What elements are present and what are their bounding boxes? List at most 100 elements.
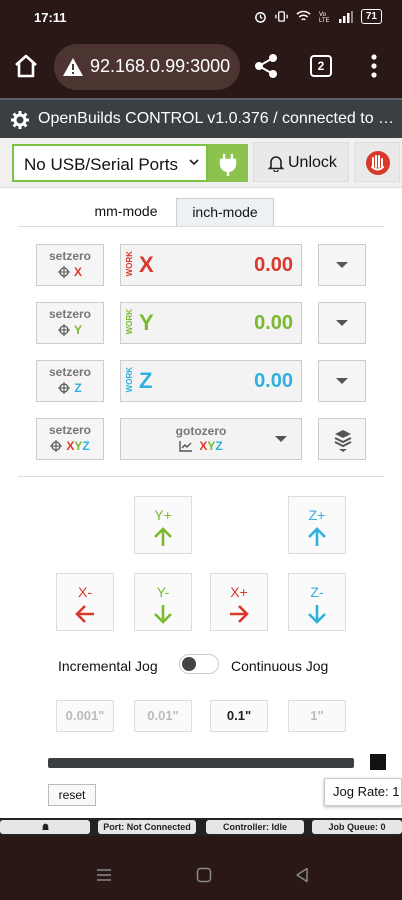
app-main: No USB/Serial Ports Unlock mm-mode inch-… xyxy=(0,138,402,818)
gear-icon xyxy=(11,111,29,129)
browser-toolbar: 92.168.0.99:3000 2 xyxy=(0,36,402,98)
arrow-up-icon xyxy=(154,527,172,546)
vibrate-icon xyxy=(275,11,288,22)
crosshair-icon xyxy=(57,324,70,336)
dro-z: WORK Z 0.00 xyxy=(120,360,302,402)
axis-row-x: setzero X WORK X 0.00 xyxy=(0,244,402,286)
dro-y-value: 0.00 xyxy=(254,312,293,334)
tab-switcher-button[interactable]: 2 xyxy=(310,55,332,77)
jog-x-plus-button[interactable]: X+ xyxy=(210,573,268,631)
step-1-button[interactable]: 1" xyxy=(288,700,346,732)
arrow-up-icon xyxy=(308,527,326,546)
browser-menu-button[interactable] xyxy=(366,52,382,85)
units-tabs: mm-mode inch-mode xyxy=(78,198,274,226)
share-button[interactable] xyxy=(252,52,280,85)
caret-down-icon xyxy=(336,378,348,384)
url-text[interactable]: 92.168.0.99:3000 xyxy=(90,56,230,77)
control-panel: mm-mode inch-mode setzero X WORK X 0.00 xyxy=(0,188,402,818)
layers-icon xyxy=(334,430,352,452)
notifications-pill[interactable] xyxy=(0,820,90,834)
arrow-down-icon xyxy=(154,605,172,624)
tab-mm-mode[interactable]: mm-mode xyxy=(78,198,174,226)
svg-text:LTE: LTE xyxy=(319,18,330,23)
jog-y-plus-button[interactable]: Y+ xyxy=(134,496,192,554)
x-options-dropdown[interactable] xyxy=(318,244,366,286)
chart-line-icon xyxy=(179,441,193,452)
port-select[interactable]: No USB/Serial Ports xyxy=(12,144,208,182)
setzero-y-button[interactable]: setzero Y xyxy=(36,302,104,344)
share-icon xyxy=(255,54,277,78)
dro-x: WORK X 0.00 xyxy=(120,244,302,286)
crosshair-icon xyxy=(50,440,63,452)
setzero-all-button[interactable]: setzero XYZ xyxy=(36,418,104,460)
unlock-button[interactable]: Unlock xyxy=(253,142,349,182)
jog-mode-toggle[interactable] xyxy=(179,654,219,674)
system-status-bar: 17:11 Vo LTE 71 xyxy=(0,0,402,36)
app-title-bar: OpenBuilds CONTROL v1.0.376 / connected … xyxy=(0,98,402,138)
connection-toolbar: No USB/Serial Ports Unlock xyxy=(0,138,402,188)
app-status-bar: Port: Not Connected Controller: Idle Job… xyxy=(0,818,402,836)
jog-z-plus-button[interactable]: Z+ xyxy=(288,496,346,554)
home-nav-icon[interactable] xyxy=(196,867,212,883)
gotozero-button[interactable]: gotozero XYZ xyxy=(120,418,302,460)
signal-icon xyxy=(338,10,353,23)
home-icon xyxy=(15,54,37,78)
dro-y: WORK Y 0.00 xyxy=(120,302,302,344)
setzero-z-button[interactable]: setzero Z xyxy=(36,360,104,402)
axis-row-all: setzero XYZ gotozero XYZ xyxy=(0,418,402,460)
dro-x-axis-label: X xyxy=(139,252,154,277)
jog-rate-slider-handle[interactable] xyxy=(370,754,386,770)
caret-down-icon xyxy=(275,436,287,442)
arrow-down-icon xyxy=(308,605,326,624)
unlock-label: Unlock xyxy=(288,154,337,171)
tab-inch-mode[interactable]: inch-mode xyxy=(176,198,274,226)
continuous-jog-label: Continuous Jog xyxy=(231,658,329,674)
recents-icon[interactable] xyxy=(96,867,112,883)
controller-status: Controller: Idle xyxy=(206,820,304,834)
setzero-x-button[interactable]: setzero X xyxy=(36,244,104,286)
jog-rate-tooltip: Jog Rate: 1 xyxy=(324,778,402,806)
home-button[interactable] xyxy=(12,52,44,84)
reset-button[interactable]: reset xyxy=(48,784,96,806)
caret-down-icon xyxy=(336,262,348,268)
stop-hand-icon xyxy=(366,151,390,175)
system-nav-bar xyxy=(0,850,402,900)
dro-z-axis-label: Z xyxy=(139,368,153,393)
jog-rate-slider[interactable] xyxy=(48,758,354,768)
jog-z-minus-button[interactable]: Z- xyxy=(288,573,346,631)
clock: 17:11 xyxy=(34,10,67,25)
arrow-left-icon xyxy=(75,605,94,623)
step-0001-button[interactable]: 0.001" xyxy=(56,700,114,732)
emergency-stop-button[interactable] xyxy=(354,142,400,182)
step-001-button[interactable]: 0.01" xyxy=(134,700,192,732)
bell-icon xyxy=(41,823,49,831)
connect-button[interactable] xyxy=(208,144,248,182)
dro-x-value: 0.00 xyxy=(254,254,293,276)
layers-button[interactable] xyxy=(318,418,366,460)
more-vert-icon xyxy=(371,54,377,78)
back-icon[interactable] xyxy=(294,867,310,883)
crosshair-icon xyxy=(58,382,71,394)
warning-icon[interactable] xyxy=(62,57,84,77)
jog-y-minus-button[interactable]: Y- xyxy=(134,573,192,631)
bell-icon xyxy=(268,156,284,172)
y-options-dropdown[interactable] xyxy=(318,302,366,344)
dro-z-value: 0.00 xyxy=(254,370,293,392)
step-01-button[interactable]: 0.1" xyxy=(210,700,268,732)
address-bar[interactable]: 92.168.0.99:3000 xyxy=(54,44,240,90)
alarm-icon xyxy=(254,12,266,23)
axis-row-z: setzero Z WORK Z 0.00 xyxy=(0,360,402,402)
status-icons: Vo LTE 71 xyxy=(254,9,382,24)
chevron-down-icon xyxy=(189,159,199,166)
caret-down-icon xyxy=(336,320,348,326)
job-queue-status: Job Queue: 0 xyxy=(312,820,402,834)
volte-icon: VoLTE xyxy=(319,12,330,23)
z-options-dropdown[interactable] xyxy=(318,360,366,402)
port-select-value: No USB/Serial Ports xyxy=(24,155,178,174)
port-status: Port: Not Connected xyxy=(98,820,196,834)
app-title: OpenBuilds CONTROL v1.0.376 / connected … xyxy=(38,110,400,127)
plug-icon xyxy=(219,154,237,176)
dro-y-axis-label: Y xyxy=(139,310,154,335)
jog-x-minus-button[interactable]: X- xyxy=(56,573,114,631)
axis-row-y: setzero Y WORK Y 0.00 xyxy=(0,302,402,344)
